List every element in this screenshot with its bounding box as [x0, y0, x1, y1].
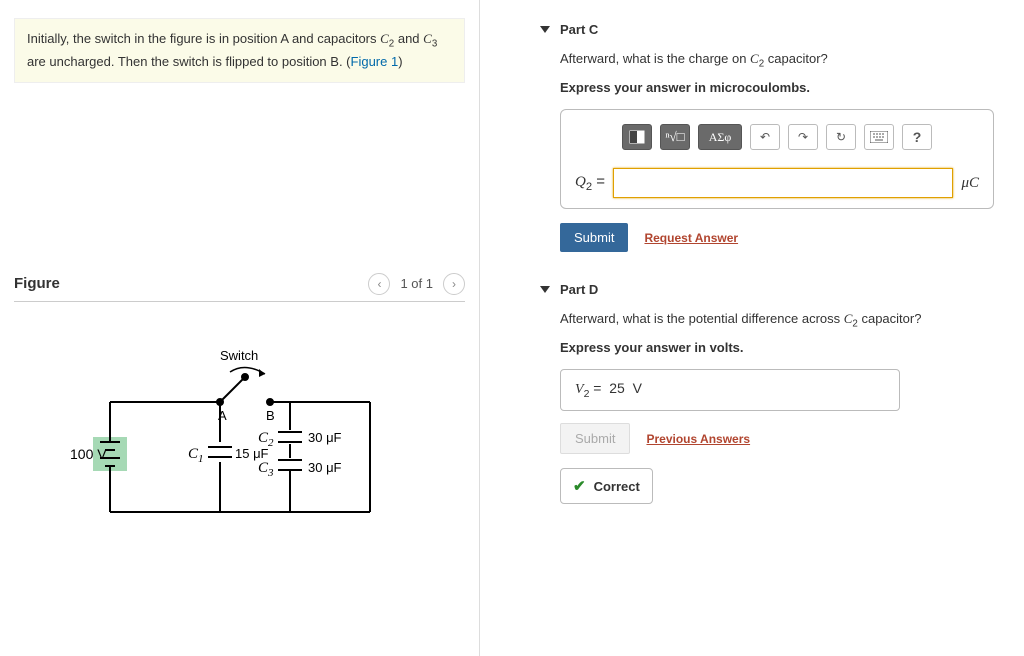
part-c-unit: μC — [961, 175, 979, 192]
part-d-instruct: Express your answer in volts. — [560, 340, 994, 369]
problem-text-end: ) — [398, 54, 402, 69]
right-panel: Part C Afterward, what is the charge on … — [480, 0, 1024, 656]
part-c-submit-button[interactable]: Submit — [560, 223, 628, 252]
problem-text-mid2: are uncharged. Then the switch is flippe… — [27, 54, 351, 69]
part-d-submit-row: Submit Previous Answers — [560, 423, 994, 454]
answer-toolbar: ⁿ√□ ΑΣφ ↶ ↷ ↻ ? — [575, 124, 979, 150]
problem-statement: Initially, the switch in the figure is i… — [14, 18, 465, 83]
problem-text-mid1: and — [394, 31, 423, 46]
svg-text:15 μF: 15 μF — [235, 446, 269, 461]
part-d-answer-display: V2 = 25 V — [560, 369, 900, 411]
help-button[interactable]: ? — [902, 124, 932, 150]
problem-text-pre: Initially, the switch in the figure is i… — [27, 31, 380, 46]
part-c-submit-row: Submit Request Answer — [560, 223, 994, 252]
part-c-lhs: Q2 = — [575, 173, 605, 193]
part-c-answer-row: Q2 = μC — [575, 168, 979, 198]
correct-label: Correct — [594, 479, 640, 494]
figure-title: Figure — [14, 275, 60, 292]
part-d-body: Afterward, what is the potential differe… — [540, 303, 994, 526]
svg-text:C1: C1 — [188, 446, 204, 465]
figure-nav-label: 1 of 1 — [400, 276, 433, 291]
template-button[interactable] — [622, 124, 652, 150]
svg-text:30 μF: 30 μF — [308, 430, 342, 445]
caret-down-icon — [540, 26, 550, 33]
keyboard-button[interactable] — [864, 124, 894, 150]
sqrt-button[interactable]: ⁿ√□ — [660, 124, 690, 150]
part-d-header[interactable]: Part D — [540, 274, 994, 303]
correct-feedback: ✔ Correct — [560, 468, 653, 504]
part-c-question: Afterward, what is the charge on C2 capa… — [560, 49, 994, 80]
left-panel: Initially, the switch in the figure is i… — [0, 0, 480, 656]
svg-text:Switch: Switch — [220, 348, 258, 363]
caret-down-icon — [540, 286, 550, 293]
check-icon: ✔ — [573, 477, 586, 495]
part-d-submit-button: Submit — [560, 423, 630, 454]
figure-link[interactable]: Figure 1 — [351, 54, 399, 69]
figure-prev-button[interactable]: ‹ — [368, 273, 390, 295]
part-c-instruct: Express your answer in microcoulombs. — [560, 80, 994, 109]
reset-button[interactable]: ↻ — [826, 124, 856, 150]
var-c3: C — [423, 31, 432, 46]
part-c-body: Afterward, what is the charge on C2 capa… — [540, 43, 994, 274]
var-c2: C — [380, 31, 389, 46]
figure-next-button[interactable]: › — [443, 273, 465, 295]
part-c-answer-box: ⁿ√□ ΑΣφ ↶ ↷ ↻ ? Q2 = μC — [560, 109, 994, 209]
part-c-header[interactable]: Part C — [540, 14, 994, 43]
request-answer-link[interactable]: Request Answer — [644, 231, 738, 245]
symbols-button[interactable]: ΑΣφ — [698, 124, 742, 150]
undo-button[interactable]: ↶ — [750, 124, 780, 150]
part-d-question: Afterward, what is the potential differe… — [560, 309, 994, 340]
previous-answers-link[interactable]: Previous Answers — [646, 432, 750, 446]
figure-nav: ‹ 1 of 1 › — [368, 273, 465, 295]
circuit-diagram: 100 V Switch A B C1 15 μF — [14, 302, 465, 542]
svg-text:B: B — [266, 408, 275, 423]
var-c3-sub: 3 — [432, 39, 437, 50]
svg-text:A: A — [218, 408, 227, 423]
part-c-answer-input[interactable] — [613, 168, 953, 198]
part-c-title: Part C — [560, 22, 598, 37]
svg-text:30 μF: 30 μF — [308, 460, 342, 475]
figure-header: Figure ‹ 1 of 1 › — [14, 273, 465, 302]
battery-label: 100 V — [70, 446, 107, 462]
svg-text:C3: C3 — [258, 460, 274, 479]
part-d-title: Part D — [560, 282, 598, 297]
redo-button[interactable]: ↷ — [788, 124, 818, 150]
